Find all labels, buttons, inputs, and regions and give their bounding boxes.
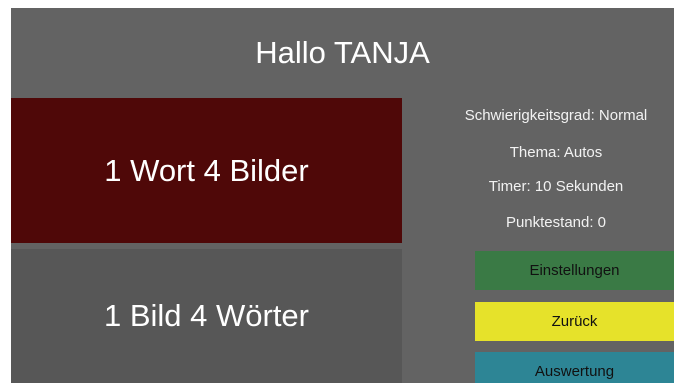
back-button[interactable]: Zurück [475, 302, 674, 341]
score-label: Punktestand: 0 [505, 214, 607, 231]
timer-label: Timer: 10 Sekunden [488, 178, 624, 195]
topic-label: Thema: Autos [509, 144, 603, 161]
evaluation-button[interactable]: Auswertung [475, 352, 674, 383]
app-window: Hallo TANJA 1 Wort 4 Bilder 1 Bild 4 Wör… [11, 8, 674, 383]
settings-button[interactable]: Einstellungen [475, 251, 674, 290]
greeting-title: Hallo TANJA [255, 35, 430, 70]
picture-game-button[interactable]: 1 Bild 4 Wörter [11, 249, 402, 383]
word-game-button[interactable]: 1 Wort 4 Bilder [11, 98, 402, 243]
difficulty-label: Schwierigkeitsgrad: Normal [464, 107, 648, 124]
